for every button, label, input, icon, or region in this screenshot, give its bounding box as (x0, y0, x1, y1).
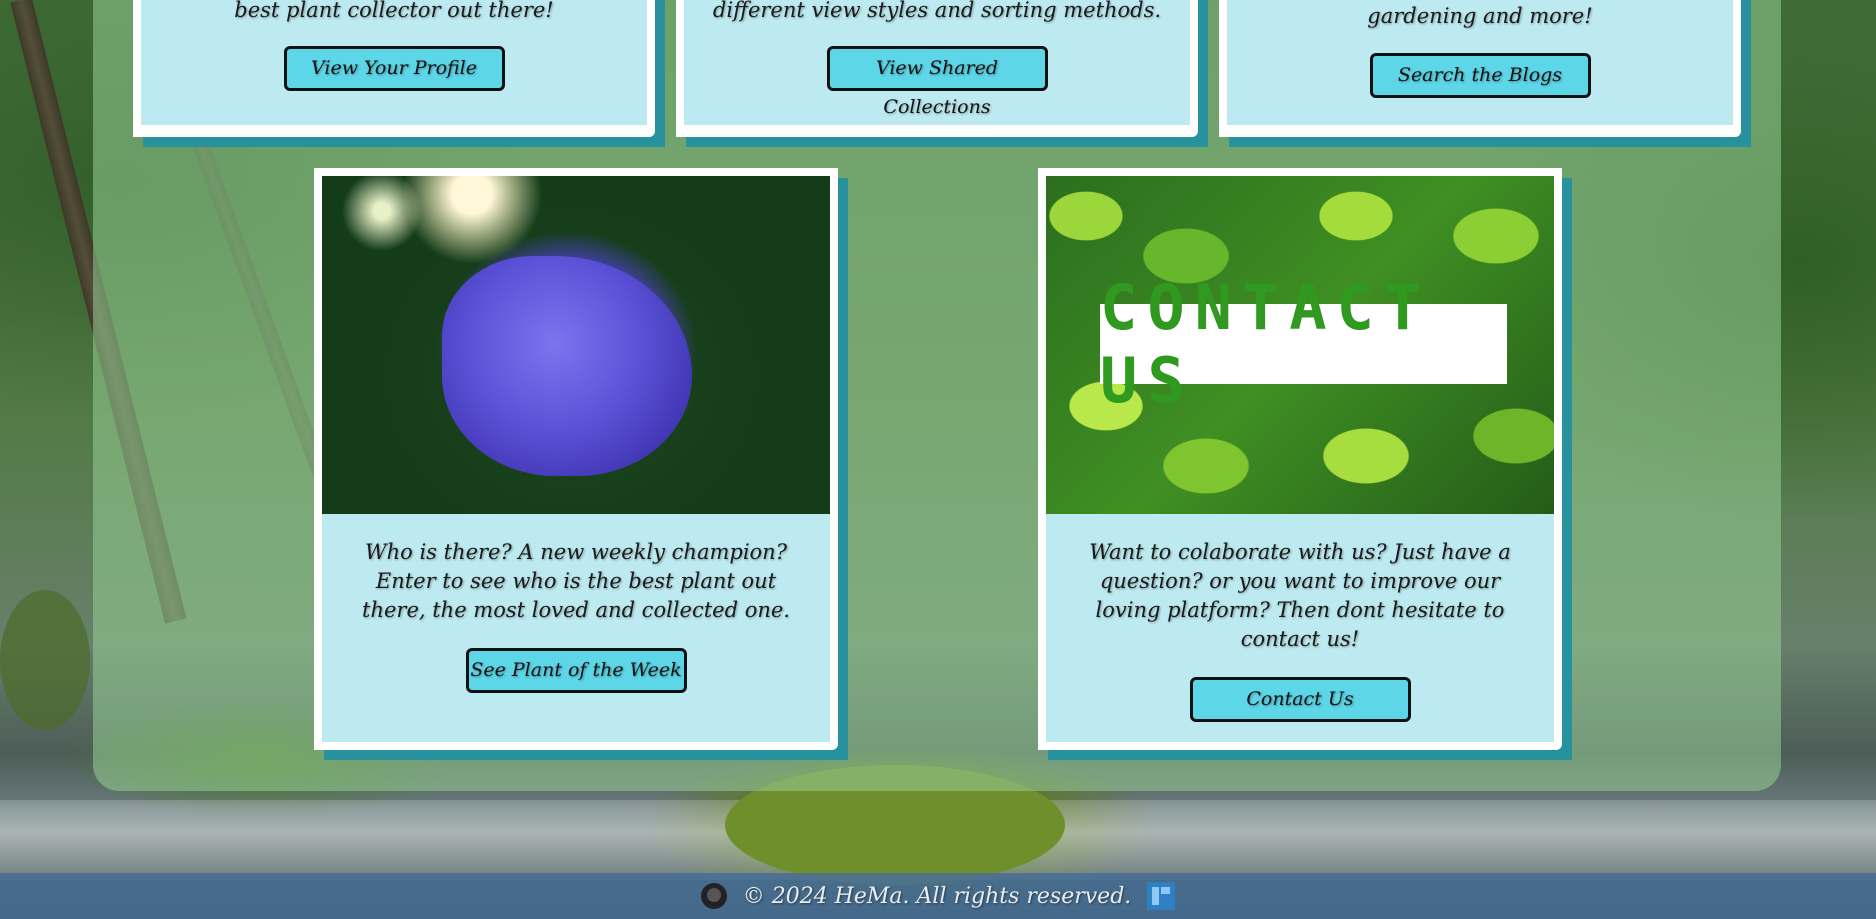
profile-card-caption: best plant collector out there! (234, 0, 554, 22)
shared-collections-card: different view styles and sorting method… (676, 0, 1208, 147)
blogs-caption: gardening and more! (1367, 4, 1593, 28)
leaves-image: CONTACT US (1046, 176, 1554, 514)
contact-card: CONTACT US Want to colaborate with us? J… (1038, 168, 1572, 760)
hydrangea-bloom (442, 256, 692, 476)
see-plant-of-week-button[interactable]: See Plant of the Week (465, 648, 687, 693)
view-profile-button[interactable]: View Your Profile (283, 46, 505, 91)
hydrangea-image (322, 176, 830, 514)
blogs-card: gardening and more! Search the Blogs (1219, 0, 1751, 147)
footer: © 2024 HeMa. All rights reserved. (0, 873, 1876, 919)
plant-of-week-caption: Who is there? A new weekly champion? Ent… (362, 540, 790, 622)
contact-us-button[interactable]: Contact Us (1189, 677, 1411, 722)
mossy-rock (0, 590, 90, 730)
figma-icon[interactable] (1147, 882, 1176, 910)
view-shared-collections-button[interactable]: View Shared Collections (826, 46, 1048, 118)
search-blogs-button[interactable]: Search the Blogs (1369, 53, 1591, 98)
shared-collections-caption: different view styles and sorting method… (712, 0, 1162, 22)
footer-copyright: © 2024 HeMa. All rights reserved. (742, 883, 1132, 909)
content-panel: best plant collector out there! View You… (93, 0, 1781, 791)
github-icon[interactable] (700, 883, 727, 909)
profile-card: best plant collector out there! View You… (133, 0, 665, 147)
contact-us-banner: CONTACT US (1100, 271, 1507, 417)
plant-of-week-card: Who is there? A new weekly champion? Ent… (314, 168, 848, 760)
contact-caption: Want to colaborate with us? Just have a … (1089, 540, 1511, 651)
